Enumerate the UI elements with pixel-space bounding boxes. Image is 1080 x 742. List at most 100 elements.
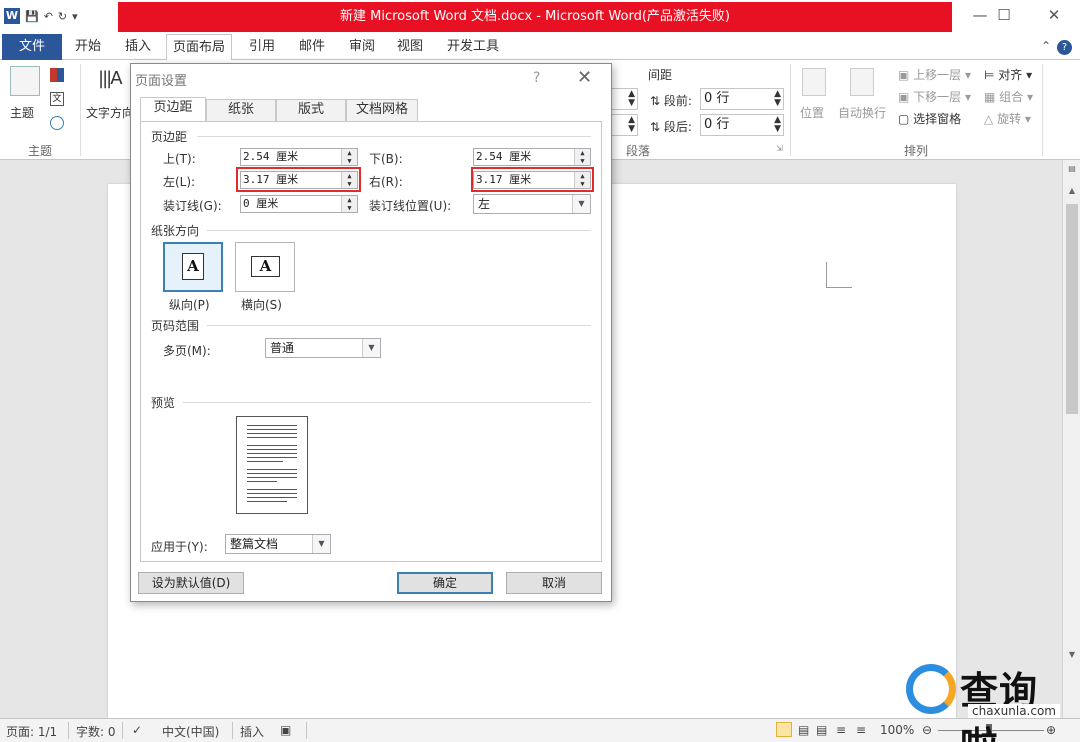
title-bar: W 💾 ↶ ↻ ▾ 新建 Microsoft Word 文档.docx - Mi… bbox=[0, 0, 1080, 34]
arrange-group-label: 排列 bbox=[904, 144, 929, 158]
macro-record-icon[interactable]: ▣ bbox=[280, 723, 291, 737]
themes-button[interactable]: 主题 bbox=[10, 104, 34, 121]
theme-effects-icon[interactable] bbox=[50, 116, 64, 130]
rotate-button[interactable]: △ 旋转 ▾ bbox=[984, 110, 1031, 127]
landscape-label[interactable]: 横向(S) bbox=[241, 296, 282, 313]
web-layout-view-icon[interactable]: ▤ bbox=[816, 723, 827, 737]
apply-to-select[interactable]: 整篇文档 ▼ bbox=[225, 534, 331, 554]
preview-line bbox=[247, 497, 297, 498]
bring-forward-button[interactable]: ▣ 上移一层 ▾ bbox=[898, 66, 971, 83]
preview-line bbox=[247, 437, 297, 438]
align-button[interactable]: ⊨ 对齐 ▾ bbox=[984, 66, 1032, 83]
quick-access-toolbar: W 💾 ↶ ↻ ▾ bbox=[4, 8, 78, 24]
close-icon[interactable]: ✕ bbox=[1034, 6, 1074, 24]
margins-panel: 页边距 上(T): 2.54 厘米 ▲ ▼ 下(B): 2.54 厘米 ▲ ▼ 左(L)… bbox=[140, 121, 602, 562]
paragraph-launcher-icon[interactable]: ⇲ bbox=[776, 144, 783, 153]
undo-icon[interactable]: ↶ bbox=[44, 10, 53, 23]
set-default-button[interactable]: 设为默认值(D) bbox=[138, 572, 244, 594]
customize-qat-icon[interactable]: ▾ bbox=[72, 10, 78, 23]
text-direction-icon[interactable]: |||A bbox=[98, 68, 122, 89]
spacing-after-icon: ⇅ bbox=[650, 120, 661, 134]
top-margin-spin-icon[interactable]: ▲ ▼ bbox=[341, 149, 357, 165]
outline-view-icon[interactable]: ≡ bbox=[836, 723, 846, 737]
zoom-out-icon[interactable]: ⊖ bbox=[922, 723, 932, 737]
language-status[interactable]: 中文(中国) bbox=[162, 723, 219, 740]
status-separator bbox=[122, 722, 123, 739]
chevron-down-icon[interactable]: ▼ bbox=[312, 535, 330, 553]
spacing-before-spinner[interactable]: 0 行 ▲ ▼ bbox=[700, 88, 784, 110]
portrait-label[interactable]: 纵向(P) bbox=[169, 296, 210, 313]
landscape-option[interactable]: A bbox=[235, 242, 295, 292]
ribbon-separator bbox=[1042, 64, 1043, 156]
position-button[interactable]: 位置 bbox=[800, 104, 824, 121]
wrap-text-icon[interactable] bbox=[850, 68, 874, 96]
send-backward-button[interactable]: ▣ 下移一层 ▾ bbox=[898, 88, 971, 105]
theme-colors-icon[interactable] bbox=[50, 68, 64, 82]
scrollbar-thumb[interactable] bbox=[1066, 204, 1078, 414]
tab-margins[interactable]: 页边距 bbox=[140, 97, 206, 121]
full-screen-view-icon[interactable]: ▤ bbox=[798, 723, 809, 737]
scroll-down-icon[interactable]: ▼ bbox=[1063, 650, 1080, 659]
word-count[interactable]: 字数: 0 bbox=[76, 723, 116, 740]
wrap-text-button[interactable]: 自动换行 bbox=[838, 104, 886, 121]
page-count[interactable]: 页面: 1/1 bbox=[6, 723, 57, 740]
position-icon[interactable] bbox=[802, 68, 826, 96]
dialog-close-icon[interactable]: ✕ bbox=[577, 67, 592, 88]
save-icon[interactable]: 💾 bbox=[25, 10, 39, 23]
preview-line bbox=[247, 481, 277, 482]
ribbon-separator bbox=[80, 64, 81, 156]
cancel-button[interactable]: 取消 bbox=[506, 572, 602, 594]
redo-icon[interactable]: ↻ bbox=[58, 10, 67, 23]
portrait-option[interactable]: A bbox=[163, 242, 223, 292]
zoom-level[interactable]: 100% bbox=[880, 723, 914, 737]
tab-review[interactable]: 审阅 bbox=[340, 34, 384, 60]
draft-view-icon[interactable]: ≡ bbox=[856, 723, 866, 737]
ok-button[interactable]: 确定 bbox=[397, 572, 493, 594]
proofing-icon[interactable]: ✓ bbox=[132, 723, 142, 737]
help-icon[interactable]: ? bbox=[1057, 40, 1072, 55]
tab-page-layout[interactable]: 页面布局 bbox=[166, 34, 232, 61]
gutter-position-select[interactable]: 左 ▼ bbox=[473, 194, 591, 214]
tab-doc-grid[interactable]: 文档网格 bbox=[346, 99, 418, 121]
gutter-spin-icon[interactable]: ▲ ▼ bbox=[341, 196, 357, 212]
ruler-toggle-icon[interactable]: ▤ bbox=[1063, 164, 1080, 173]
spacing-after-spinner[interactable]: 0 行 ▲ ▼ bbox=[700, 114, 784, 136]
insert-mode[interactable]: 插入 bbox=[240, 723, 264, 740]
themes-icon[interactable] bbox=[10, 66, 40, 96]
spacing-before-label: ⇅ 段前: bbox=[650, 94, 692, 108]
dialog-help-button[interactable]: ? bbox=[533, 70, 540, 86]
right-margin-highlight bbox=[471, 167, 594, 192]
tab-developer[interactable]: 开发工具 bbox=[440, 34, 506, 60]
chevron-down-icon[interactable]: ▼ bbox=[572, 195, 590, 213]
print-layout-view-icon[interactable] bbox=[776, 722, 792, 737]
collapse-ribbon-icon[interactable]: ⌃ bbox=[1041, 39, 1051, 53]
tab-references[interactable]: 引用 bbox=[240, 34, 284, 60]
text-direction-button[interactable]: 文字方向 bbox=[86, 104, 134, 121]
multiple-pages-select[interactable]: 普通 ▼ bbox=[265, 338, 381, 358]
preview-line bbox=[247, 489, 297, 490]
vertical-scrollbar[interactable]: ▤ ▲ ▼ bbox=[1062, 160, 1080, 718]
group-button[interactable]: ▦ 组合 ▾ bbox=[984, 88, 1033, 105]
tab-view[interactable]: 视图 bbox=[388, 34, 432, 60]
bottom-margin-input[interactable]: 2.54 厘米 ▲ ▼ bbox=[473, 148, 591, 166]
tab-insert[interactable]: 插入 bbox=[116, 34, 160, 60]
theme-fonts-icon[interactable]: 文 bbox=[50, 92, 64, 106]
dialog-title: 页面设置 bbox=[135, 74, 188, 89]
tab-layout[interactable]: 版式 bbox=[276, 99, 346, 121]
maximize-icon[interactable]: ☐ bbox=[984, 6, 1024, 24]
preview-line bbox=[247, 433, 297, 434]
word-logo-icon: W bbox=[4, 8, 20, 24]
chevron-down-icon[interactable]: ▼ bbox=[362, 339, 380, 357]
tab-home[interactable]: 开始 bbox=[66, 34, 110, 60]
bottom-margin-spin-icon[interactable]: ▲ ▼ bbox=[574, 149, 590, 165]
group-icon: ▦ bbox=[984, 90, 996, 104]
tab-paper[interactable]: 纸张 bbox=[206, 99, 276, 121]
selection-pane-button[interactable]: ▢ 选择窗格 bbox=[898, 110, 961, 127]
top-margin-input[interactable]: 2.54 厘米 ▲ ▼ bbox=[240, 148, 358, 166]
tab-mailings[interactable]: 邮件 bbox=[290, 34, 334, 60]
scroll-up-icon[interactable]: ▲ bbox=[1063, 186, 1080, 195]
tab-file[interactable]: 文件 bbox=[2, 34, 62, 60]
gutter-input[interactable]: 0 厘米 ▲ ▼ bbox=[240, 195, 358, 213]
ribbon-tabs: 文件 开始 插入 页面布局 引用 邮件 审阅 视图 开发工具 ⌃? bbox=[0, 34, 1080, 61]
pages-section-title: 页码范围 bbox=[151, 319, 200, 333]
